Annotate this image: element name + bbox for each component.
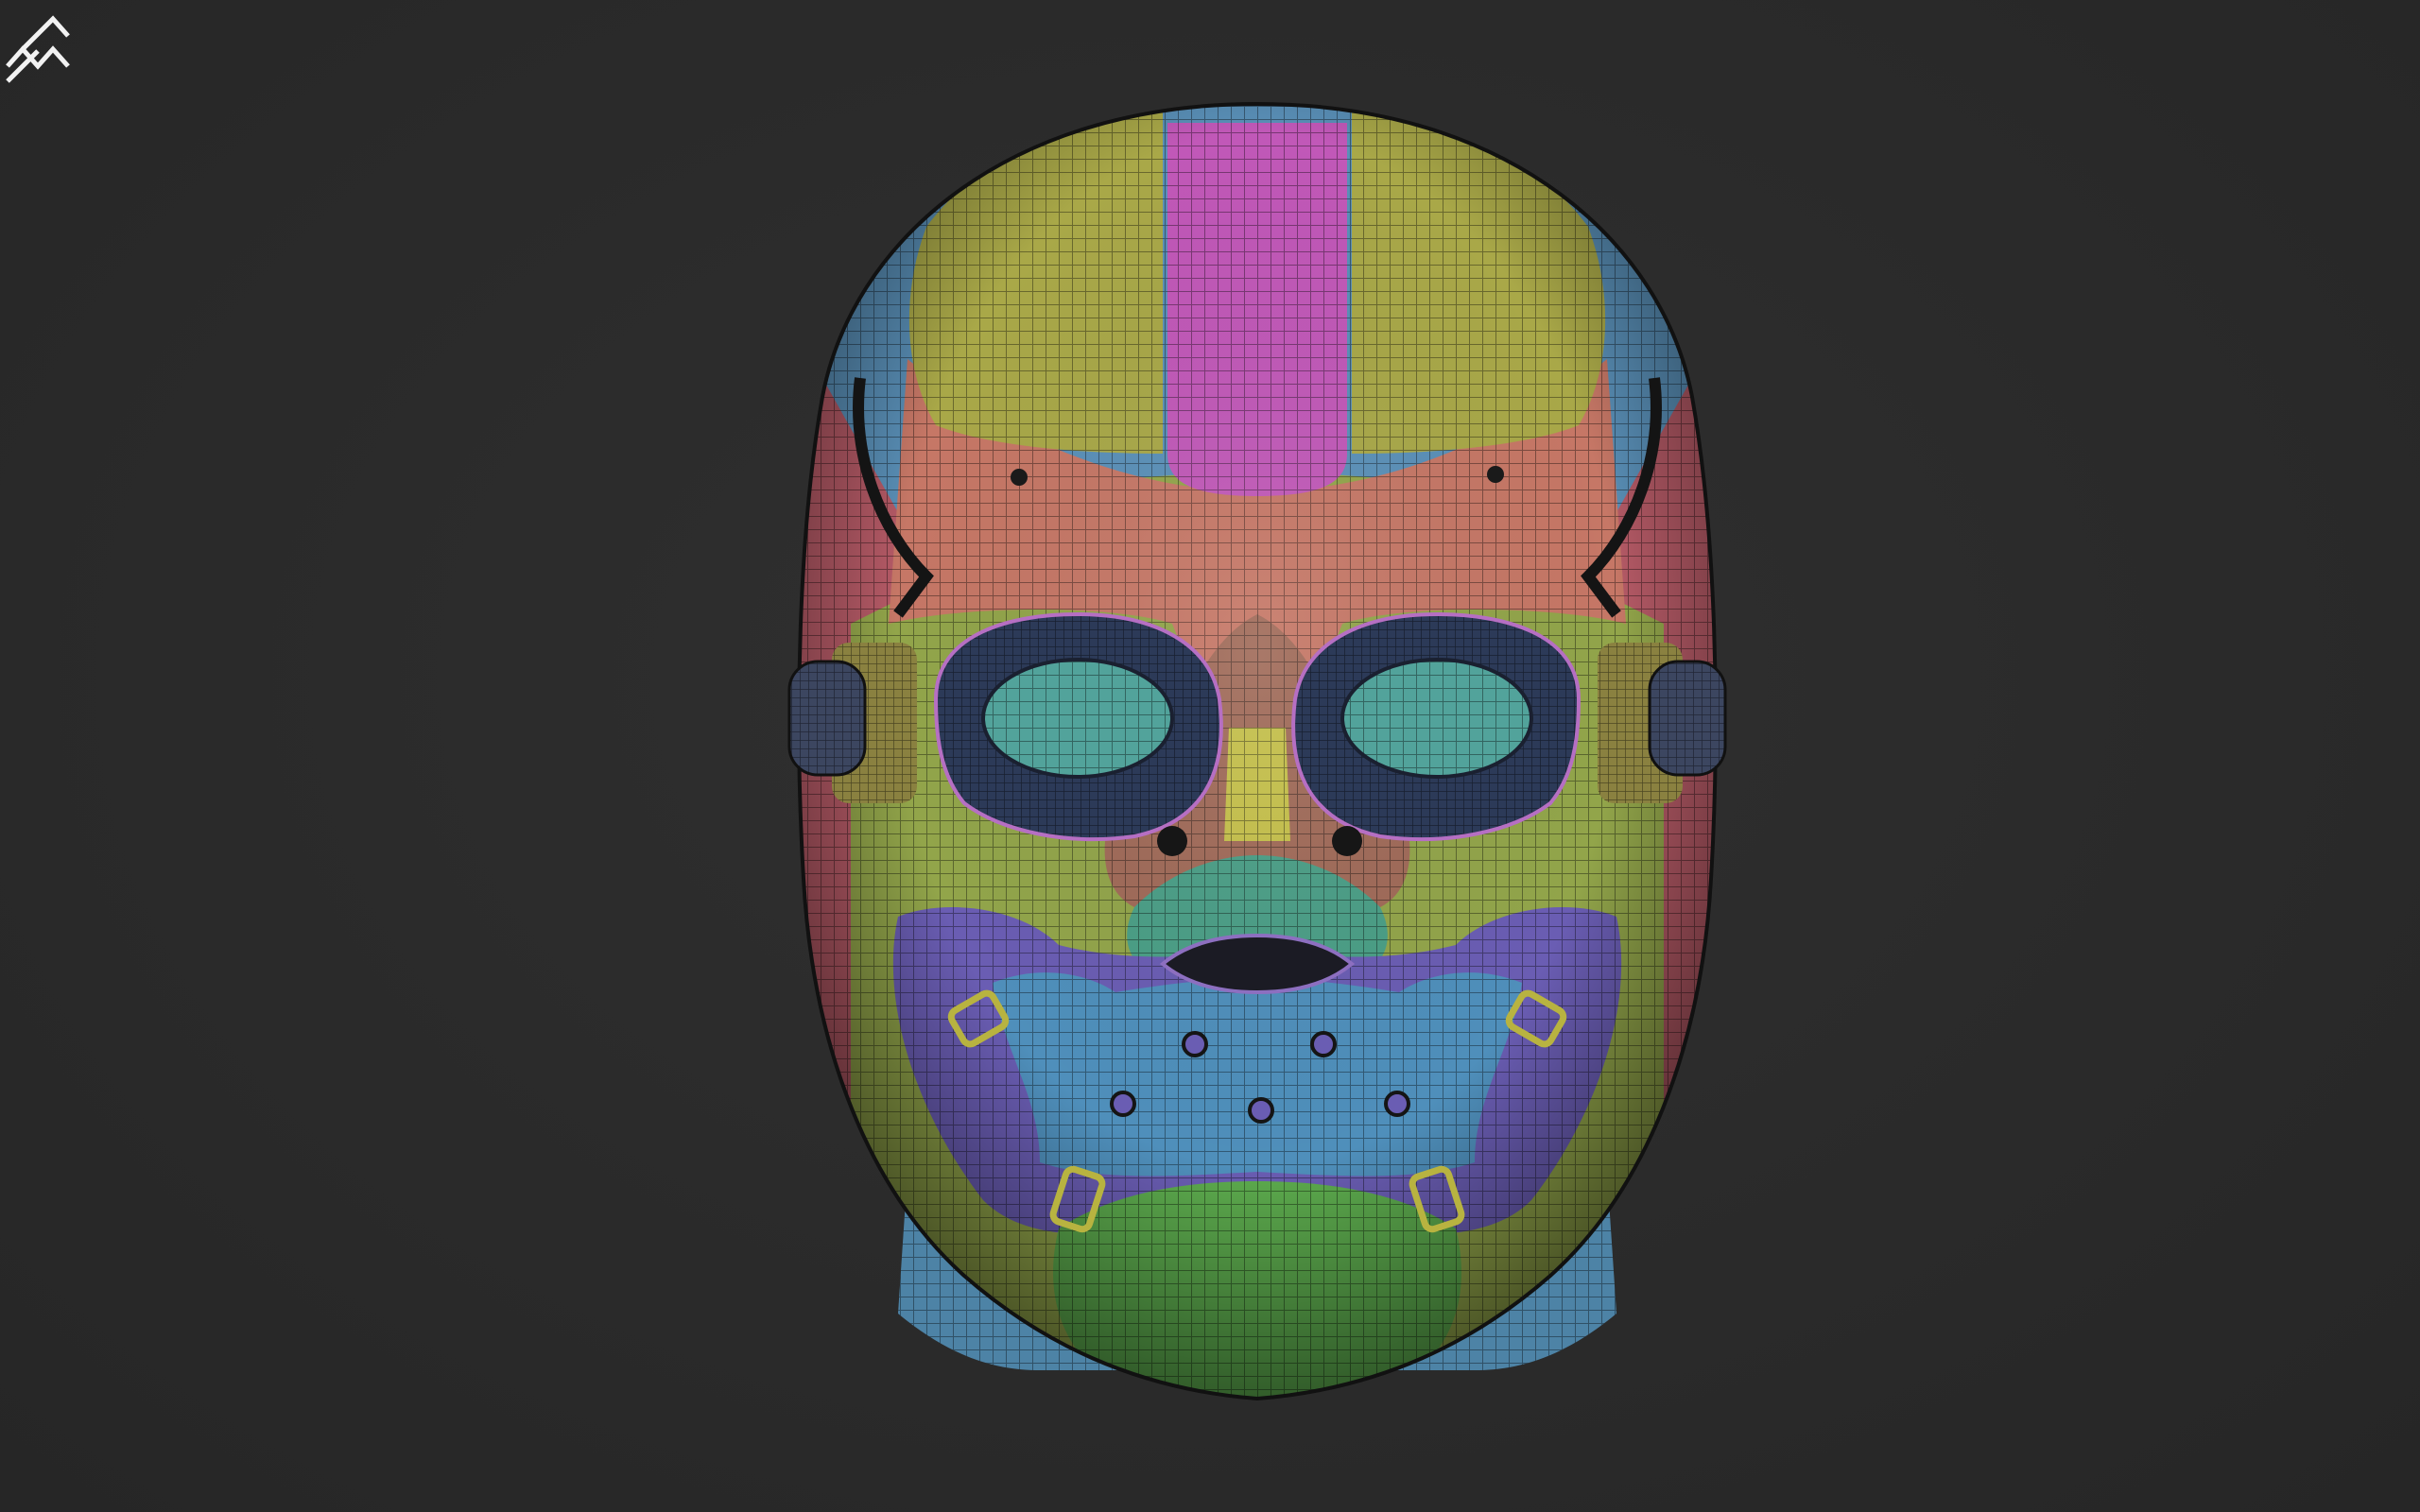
3d-viewport[interactable] (0, 0, 2420, 1512)
right-forehead-screw (1487, 466, 1504, 483)
head-polygroups[interactable] (794, 94, 1720, 1418)
right-goggle[interactable] (1291, 611, 1582, 842)
left-goggle[interactable] (933, 611, 1223, 842)
left-forehead-screw (1011, 469, 1028, 486)
zbrush-logo-icon (6, 15, 70, 83)
right-nostril (1332, 826, 1362, 856)
left-nostril (1157, 826, 1187, 856)
mask-model-render[interactable] (0, 0, 2420, 1512)
